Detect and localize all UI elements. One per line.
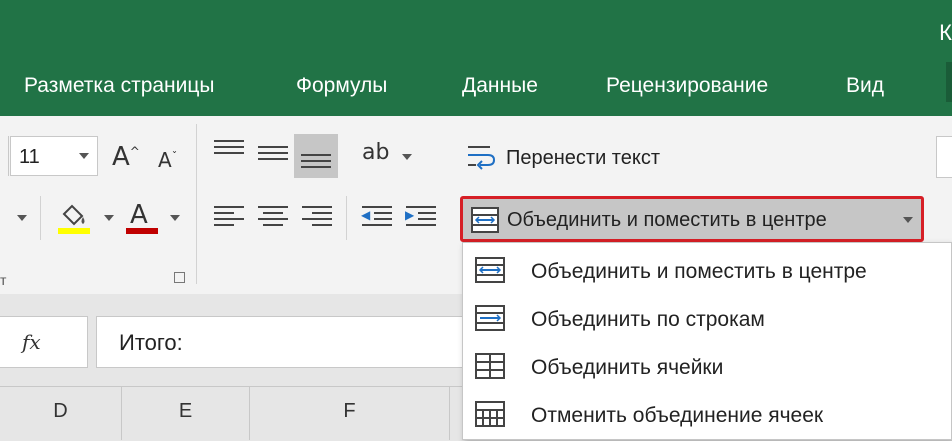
column-header-f[interactable]: F [250,386,450,440]
increase-indent-icon[interactable]: ▶ [405,206,436,228]
wrap-text-icon [468,146,496,170]
column-header-e[interactable]: E [122,386,250,440]
tabs-edge [946,62,952,102]
chevron-down-icon[interactable] [903,217,913,223]
merge-center-icon [475,257,505,283]
align-bottom-icon [301,152,331,174]
formula-value: Итого: [119,330,183,355]
column-header-d[interactable]: D [0,386,122,440]
ribbon-tabs: Разметка страницы Формулы Данные Рецензи… [0,60,952,116]
menu-item-label: Объединить по строкам [531,308,765,331]
tab-review[interactable]: Рецензирование [606,74,768,98]
align-top-icon[interactable] [214,140,244,162]
align-left-icon[interactable] [214,206,244,228]
divider [40,196,41,240]
title-bar: К [0,0,952,60]
name-box-edge[interactable] [0,316,88,368]
menu-item-merge-across[interactable]: Объединить по строкам [463,295,952,343]
tab-view[interactable]: Вид [846,74,884,98]
font-color-dropdown-icon[interactable] [170,215,180,221]
align-right-icon[interactable] [302,206,332,228]
tab-formulas[interactable]: Формулы [296,74,387,98]
merge-across-icon [475,305,505,331]
fx-icon[interactable]: fx [22,330,41,354]
menu-item-label: Отменить объединение ячеек [531,404,824,427]
merge-dropdown-menu: Объединить и поместить в центре Объедини… [462,242,952,440]
merge-center-button[interactable]: Объединить и поместить в центре [460,196,924,242]
menu-item-merge-center[interactable]: Объединить и поместить в центре [463,247,952,295]
font-color-icon[interactable]: A [126,200,162,236]
font-name-box-edge[interactable] [0,136,9,176]
group-divider [196,124,197,284]
merge-center-icon [471,207,499,233]
merge-cells-icon [475,353,505,379]
increase-font-icon[interactable]: A^ [112,142,140,172]
number-format-box-edge[interactable] [936,136,952,178]
tab-data[interactable]: Данные [462,74,538,98]
tab-page-layout[interactable]: Разметка страницы [24,74,215,98]
decrease-font-icon[interactable]: Aˇ [158,148,177,172]
font-group-label: т [0,272,7,288]
align-center-icon[interactable] [258,206,288,228]
menu-item-label: Объединить ячейки [531,356,724,379]
dialog-launcher-icon[interactable] [174,272,185,283]
orientation-icon[interactable]: ab [362,140,389,165]
merge-center-label: Объединить и поместить в центре [507,209,827,231]
ribbon-edge [932,196,952,242]
menu-item-merge-cells[interactable]: Объединить ячейки [463,343,952,391]
orientation-dropdown-icon[interactable] [402,154,412,160]
menu-item-label: Объединить и поместить в центре [531,260,867,283]
divider [346,196,347,240]
font-size-value: 11 [19,146,40,168]
window-title: К [939,20,952,45]
decrease-indent-icon[interactable]: ◀ [361,206,392,228]
font-size-box[interactable]: 11 [10,136,98,176]
fill-color-icon[interactable] [56,200,96,236]
align-middle-icon[interactable] [258,146,288,168]
fill-color-dropdown-icon[interactable] [104,215,114,221]
chevron-down-icon[interactable] [79,153,89,159]
menu-item-unmerge-cells[interactable]: Отменить объединение ячеек [463,391,952,439]
wrap-text-label: Перенести текст [506,147,660,169]
unmerge-cells-icon [475,401,505,427]
align-bottom-button[interactable] [294,134,338,178]
borders-dropdown-icon[interactable] [17,215,27,221]
